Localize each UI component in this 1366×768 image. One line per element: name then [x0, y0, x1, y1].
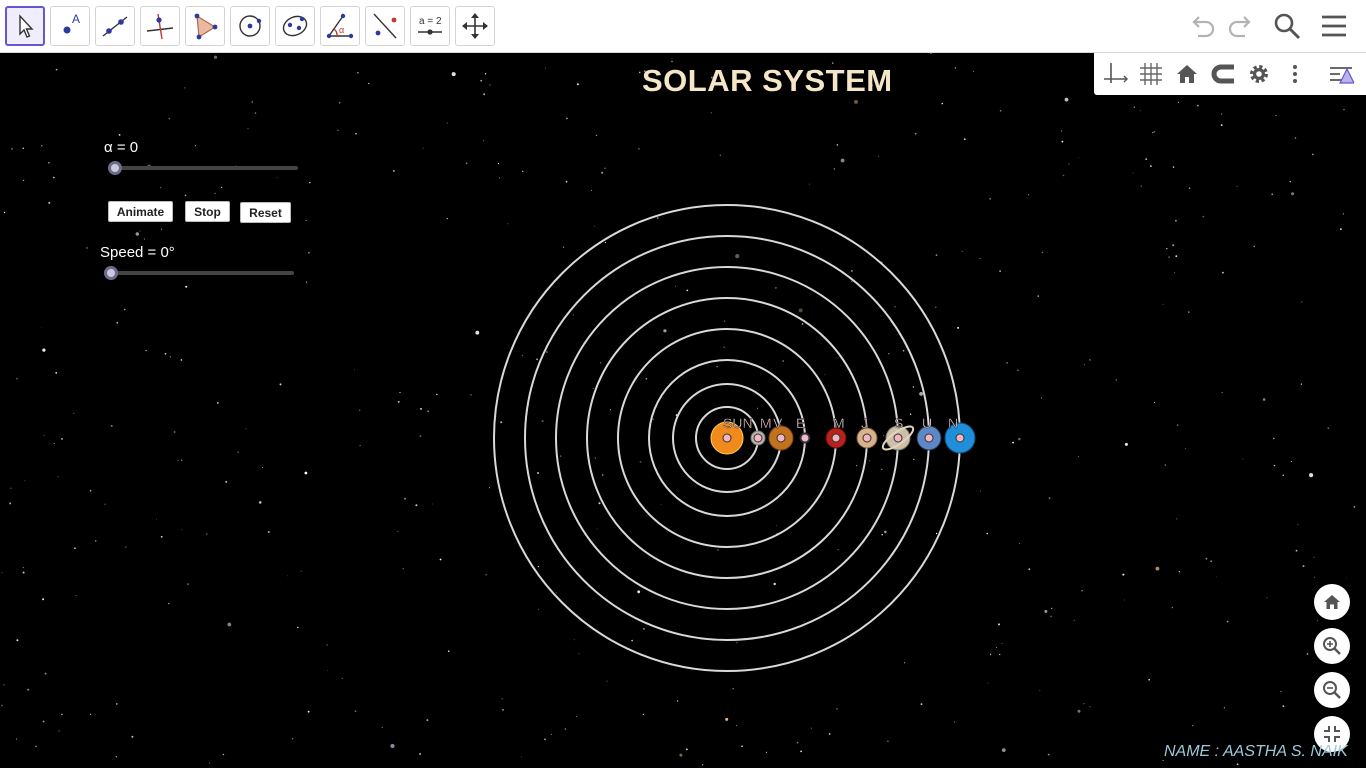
planet-point[interactable]	[831, 433, 841, 443]
animate-button[interactable]: Animate	[108, 201, 173, 222]
point-tool-button[interactable]: A	[50, 6, 90, 46]
redo-icon	[1228, 16, 1251, 38]
zoom-out-icon	[1323, 681, 1341, 699]
planet-label: E	[796, 415, 805, 431]
line-icon	[102, 16, 128, 37]
magnet-icon	[1211, 64, 1234, 84]
graphics-view[interactable]: SUN M V E M J S U N SOLAR SYSTEM α = 0 Animate S…	[0, 53, 1366, 768]
undo-icon	[1192, 16, 1215, 38]
move-tool-button[interactable]	[5, 6, 45, 46]
point-capturing-button[interactable]	[1208, 59, 1238, 89]
angle-icon: α	[326, 13, 354, 39]
search-button[interactable]	[1269, 8, 1305, 44]
planet-point[interactable]	[800, 433, 810, 443]
grid-icon	[1140, 63, 1162, 85]
arrow-pointer-icon	[19, 14, 34, 38]
move-arrows-icon	[462, 13, 488, 39]
home-icon	[1324, 595, 1340, 609]
axes-icon	[1104, 63, 1128, 83]
planet-point[interactable]	[955, 433, 965, 443]
zoom-in-button[interactable]	[1314, 628, 1350, 664]
more-options-button[interactable]	[1280, 59, 1310, 89]
svg-text:A: A	[72, 12, 80, 26]
reset-button[interactable]: Reset	[240, 202, 291, 223]
speed-slider-track[interactable]	[110, 271, 294, 275]
reflect-tool-button[interactable]	[365, 6, 405, 46]
redo-button[interactable]	[1222, 8, 1258, 44]
graphics-style-bar	[1094, 53, 1366, 95]
reflect-icon	[373, 13, 397, 39]
svg-text:α: α	[339, 25, 344, 35]
stop-button[interactable]: Stop	[185, 201, 230, 222]
slider-tool-button[interactable]: a = 2	[410, 6, 450, 46]
kebab-menu-icon	[1293, 65, 1297, 83]
polygon-icon	[194, 13, 218, 40]
ellipse-icon	[282, 15, 308, 37]
graphics-settings-button[interactable]	[1244, 59, 1274, 89]
standard-view-button[interactable]	[1172, 59, 1202, 89]
alpha-slider-label: α = 0	[104, 139, 139, 156]
planet-label: N	[948, 415, 958, 431]
search-icon	[1274, 13, 1301, 40]
main-menu-button[interactable]	[1316, 8, 1352, 44]
svg-text:a = 2: a = 2	[419, 16, 442, 27]
toggle-axes-button[interactable]	[1100, 59, 1130, 89]
slider-icon: a = 2	[418, 16, 442, 35]
geogebra-app: A α a = 2 SUN M V E M J S U N SOLAR SYST…	[0, 0, 1366, 768]
style-bar-toggle-icon	[1330, 67, 1354, 84]
planet-point[interactable]	[776, 433, 786, 443]
planet-point[interactable]	[862, 433, 872, 443]
toggle-style-bar-button[interactable]	[1326, 59, 1356, 89]
speed-slider-label: Speed = 0°	[100, 244, 175, 261]
perpendicular-tool-button[interactable]	[140, 6, 180, 46]
planet-label: J	[861, 415, 868, 431]
gear-icon	[1250, 65, 1268, 83]
planet-label: S	[894, 415, 903, 431]
circle-center-icon	[239, 15, 262, 37]
undo-button[interactable]	[1185, 8, 1221, 44]
hamburger-menu-icon	[1322, 15, 1346, 37]
planet-labels: SUN M V E M J S U N	[723, 415, 959, 431]
planet-label: U	[922, 415, 932, 431]
planet-point[interactable]	[753, 433, 763, 443]
zoom-in-icon	[1323, 637, 1341, 655]
alpha-slider-track[interactable]	[113, 166, 298, 170]
author-credit: NAME : AASTHA S. NAIK	[1164, 743, 1348, 760]
standard-view-zoom-button[interactable]	[1314, 584, 1350, 620]
perpendicular-icon	[146, 13, 174, 40]
alpha-slider-handle[interactable]	[108, 161, 122, 175]
polygon-tool-button[interactable]	[185, 6, 225, 46]
sun-label: SUN	[723, 415, 753, 431]
planet-point[interactable]	[893, 433, 903, 443]
toolbar: A α a = 2	[0, 0, 1366, 53]
line-tool-button[interactable]	[95, 6, 135, 46]
angle-tool-button[interactable]: α	[320, 6, 360, 46]
page-title: SOLAR SYSTEM	[642, 63, 893, 98]
planet-label: M	[760, 415, 772, 431]
planet-label: M	[833, 415, 845, 431]
move-view-tool-button[interactable]	[455, 6, 495, 46]
toggle-grid-button[interactable]	[1136, 59, 1166, 89]
zoom-out-button[interactable]	[1314, 672, 1350, 708]
exit-fullscreen-icon	[1324, 726, 1340, 742]
solar-system-drawing: SUN M V E M J S U N	[493, 204, 976, 672]
home-icon	[1177, 65, 1197, 83]
conic-tool-button[interactable]	[275, 6, 315, 46]
planet-label: V	[773, 415, 783, 431]
sun-point[interactable]	[722, 433, 732, 443]
point-icon: A	[63, 12, 80, 34]
speed-slider-handle[interactable]	[104, 266, 118, 280]
circle-tool-button[interactable]	[230, 6, 270, 46]
planet-point[interactable]	[924, 433, 934, 443]
